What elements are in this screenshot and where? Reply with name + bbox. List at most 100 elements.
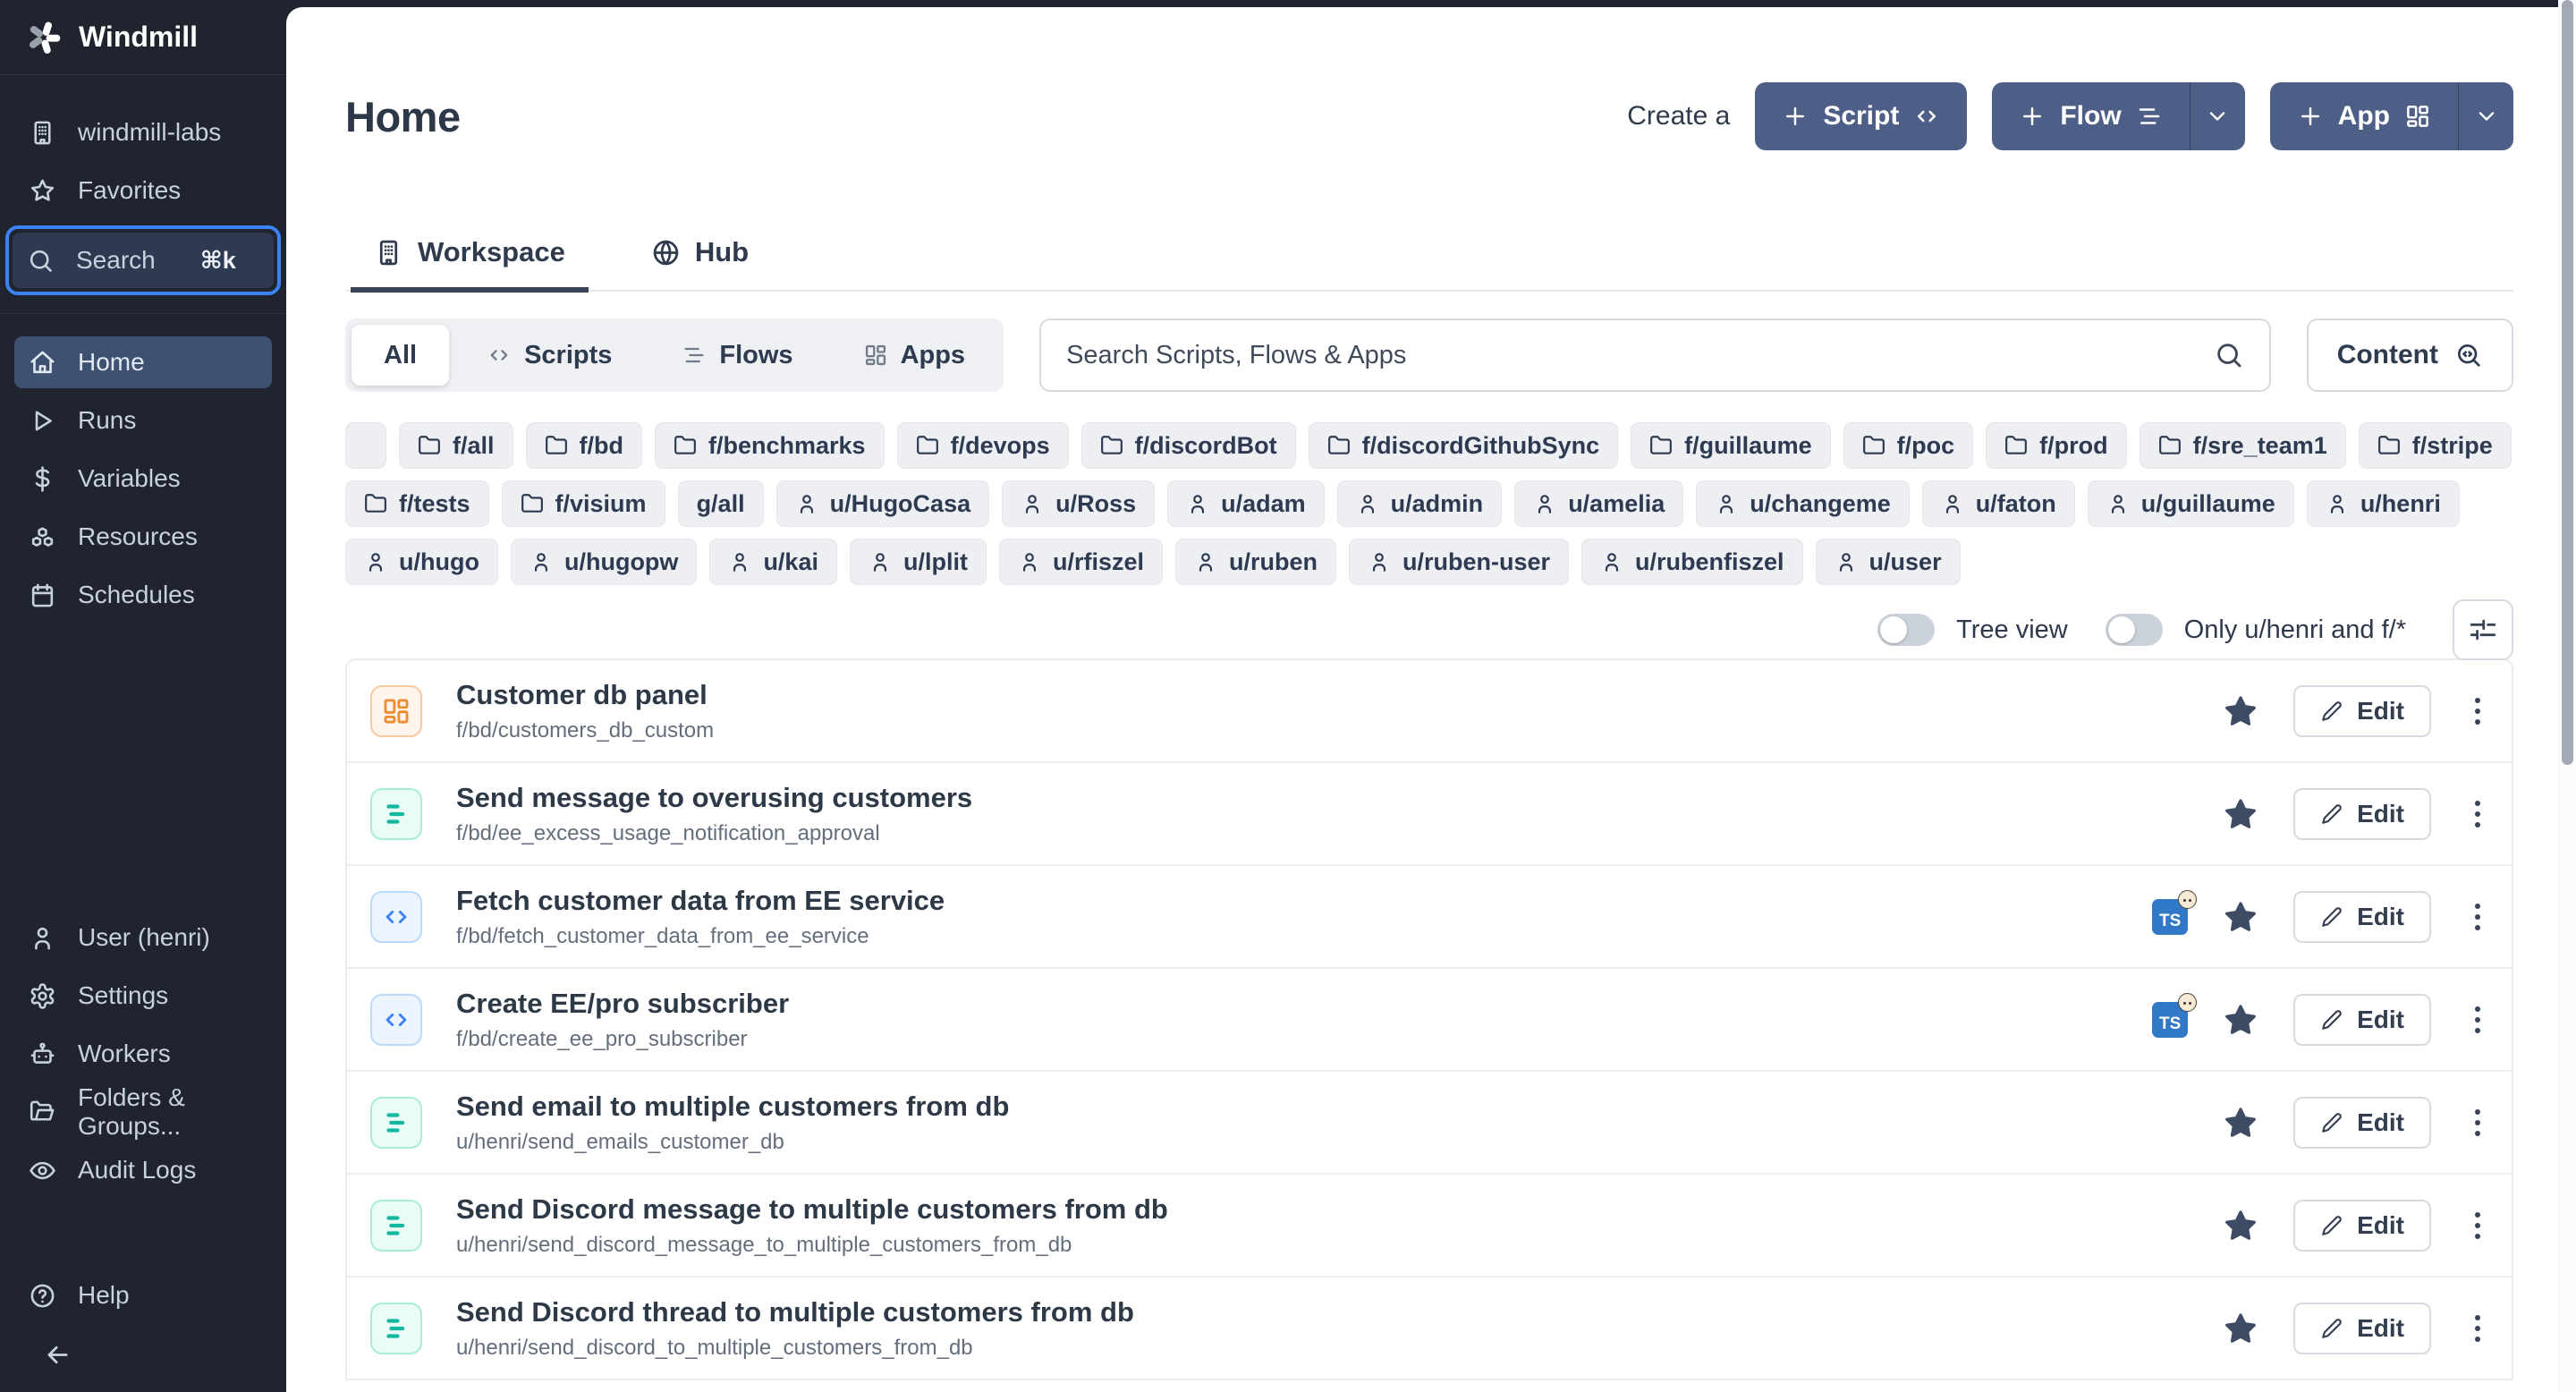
more-menu-button[interactable] bbox=[2467, 1003, 2488, 1037]
scrollbar-track[interactable] bbox=[2558, 0, 2576, 1392]
favorite-star-button[interactable] bbox=[2224, 1003, 2258, 1037]
display-settings-button[interactable] bbox=[2453, 599, 2513, 660]
item-row[interactable]: Create EE/pro subscriber f/bd/create_ee_… bbox=[347, 969, 2512, 1072]
filter-chip[interactable]: f/sre_team1 bbox=[2140, 422, 2346, 469]
kind-scripts-label: Scripts bbox=[524, 341, 612, 370]
tree-view-toggle[interactable] bbox=[1877, 614, 1935, 646]
filter-chip[interactable]: u/ruben-user bbox=[1349, 539, 1569, 585]
tab-workspace[interactable]: Workspace bbox=[374, 236, 565, 290]
filter-chip[interactable]: g/all bbox=[678, 480, 764, 527]
user-icon bbox=[530, 550, 553, 573]
edit-button[interactable]: Edit bbox=[2293, 1200, 2431, 1252]
filter-chip[interactable]: u/rfiszel bbox=[999, 539, 1163, 585]
filter-chip[interactable]: u/user bbox=[1816, 539, 1961, 585]
create-script-button[interactable]: Script bbox=[1755, 82, 1967, 150]
edit-button[interactable]: Edit bbox=[2293, 1303, 2431, 1354]
filter-chip[interactable]: f/prod bbox=[1986, 422, 2126, 469]
item-row[interactable]: Send Discord thread to multiple customer… bbox=[347, 1277, 2512, 1380]
sidebar-item-runs[interactable]: Runs bbox=[14, 395, 272, 446]
more-menu-button[interactable] bbox=[2467, 1209, 2488, 1243]
filter-chip[interactable]: u/changeme bbox=[1696, 480, 1910, 527]
kind-filter-all[interactable]: All bbox=[352, 325, 449, 386]
search-input[interactable] bbox=[1066, 341, 2214, 370]
gear-icon bbox=[29, 982, 56, 1010]
more-menu-button[interactable] bbox=[2467, 900, 2488, 934]
more-menu-button[interactable] bbox=[2467, 1311, 2488, 1345]
favorite-star-button[interactable] bbox=[2224, 797, 2258, 831]
sidebar-item-workers[interactable]: Workers bbox=[14, 1028, 272, 1080]
favorite-star-button[interactable] bbox=[2224, 694, 2258, 728]
favorite-star-button[interactable] bbox=[2224, 1209, 2258, 1243]
item-row[interactable]: Customer db panel f/bd/customers_db_cust… bbox=[347, 660, 2512, 763]
scrollbar-thumb[interactable] bbox=[2562, 0, 2573, 765]
filter-chip[interactable]: u/Ross bbox=[1002, 480, 1155, 527]
filter-chip[interactable]: f/guillaume bbox=[1631, 422, 1831, 469]
sidebar-item-schedules[interactable]: Schedules bbox=[14, 569, 272, 621]
sidebar-item-help[interactable]: Help bbox=[14, 1269, 272, 1321]
filter-chip[interactable]: u/henri bbox=[2307, 480, 2460, 527]
item-title: Send message to overusing customers bbox=[456, 782, 2224, 814]
filter-chip[interactable]: u/hugopw bbox=[511, 539, 697, 585]
filter-chip[interactable]: u/guillaume bbox=[2088, 480, 2294, 527]
create-app-button[interactable]: App bbox=[2270, 82, 2458, 150]
sidebar-item-home[interactable]: Home bbox=[14, 336, 272, 388]
create-flow-dropdown-button[interactable] bbox=[2190, 82, 2245, 150]
edit-button[interactable]: Edit bbox=[2293, 685, 2431, 737]
sidebar-item-variables[interactable]: Variables bbox=[14, 453, 272, 505]
filter-chip[interactable]: f/benchmarks bbox=[655, 422, 885, 469]
edit-button[interactable]: Edit bbox=[2293, 994, 2431, 1046]
filter-chip[interactable]: f/devops bbox=[897, 422, 1069, 469]
favorite-star-button[interactable] bbox=[2224, 900, 2258, 934]
more-menu-button[interactable] bbox=[2467, 1106, 2488, 1140]
filter-chip[interactable]: f/poc bbox=[1843, 422, 1974, 469]
filter-chip[interactable]: f/stripe bbox=[2359, 422, 2512, 469]
edit-button[interactable]: Edit bbox=[2293, 891, 2431, 943]
filter-chip[interactable]: f/visium bbox=[502, 480, 665, 527]
filter-chip[interactable]: f/tests bbox=[345, 480, 489, 527]
kind-filter-flows[interactable]: Flows bbox=[649, 325, 825, 386]
favorite-star-button[interactable] bbox=[2224, 1311, 2258, 1345]
edit-button[interactable]: Edit bbox=[2293, 788, 2431, 840]
kind-filter-apps[interactable]: Apps bbox=[831, 325, 998, 386]
sidebar-item-settings[interactable]: Settings bbox=[14, 970, 272, 1022]
item-row[interactable]: Send Discord message to multiple custome… bbox=[347, 1175, 2512, 1277]
create-app-dropdown-button[interactable] bbox=[2458, 82, 2513, 150]
only-mine-toggle[interactable] bbox=[2106, 614, 2163, 646]
filter-chip[interactable]: u/ruben bbox=[1175, 539, 1336, 585]
content-search-button[interactable]: Content bbox=[2307, 318, 2513, 392]
filter-chip[interactable]: u/HugoCasa bbox=[776, 480, 990, 527]
filter-chip[interactable]: f/bd bbox=[526, 422, 642, 469]
filter-chip[interactable]: u/kai bbox=[709, 539, 837, 585]
collapse-sidebar-button[interactable] bbox=[14, 1328, 272, 1381]
create-flow-button[interactable]: Flow bbox=[1992, 82, 2189, 150]
edit-button[interactable]: Edit bbox=[2293, 1097, 2431, 1149]
filter-chip[interactable]: f/discordGithubSync bbox=[1309, 422, 1619, 469]
filter-chip[interactable]: u/rubenfiszel bbox=[1581, 539, 1803, 585]
filter-chip[interactable]: f/all bbox=[399, 422, 513, 469]
kind-filter-scripts[interactable]: Scripts bbox=[454, 325, 644, 386]
item-row[interactable]: Send email to multiple customers from db… bbox=[347, 1072, 2512, 1175]
filter-chip[interactable]: u/admin bbox=[1337, 480, 1503, 527]
sidebar-item-audit-logs[interactable]: Audit Logs bbox=[14, 1144, 272, 1196]
sidebar-item-user[interactable]: User (henri) bbox=[14, 912, 272, 963]
filter-chip[interactable]: u/lplit bbox=[850, 539, 987, 585]
more-menu-button[interactable] bbox=[2467, 797, 2488, 831]
filter-chip[interactable]: u/hugo bbox=[345, 539, 498, 585]
sidebar-item-workspace[interactable]: windmill-labs bbox=[14, 106, 272, 158]
item-row[interactable]: Fetch customer data from EE service f/bd… bbox=[347, 866, 2512, 969]
sidebar-item-favorites[interactable]: Favorites bbox=[14, 165, 272, 216]
favorite-star-button[interactable] bbox=[2224, 1106, 2258, 1140]
kind-apps-label: Apps bbox=[901, 341, 966, 370]
chip-label: u/Ross bbox=[1055, 490, 1136, 518]
sidebar-item-folders-groups[interactable]: Folders & Groups... bbox=[14, 1086, 272, 1138]
sidebar-item-search[interactable]: Search ⌘k bbox=[13, 233, 274, 288]
tab-hub[interactable]: Hub bbox=[651, 236, 749, 290]
filter-chip[interactable] bbox=[345, 422, 386, 469]
filter-chip[interactable]: f/discordBot bbox=[1081, 422, 1296, 469]
filter-chip[interactable]: u/adam bbox=[1167, 480, 1325, 527]
item-row[interactable]: Send message to overusing customers f/bd… bbox=[347, 763, 2512, 866]
filter-chip[interactable]: u/faton bbox=[1922, 480, 2075, 527]
filter-chip[interactable]: u/amelia bbox=[1514, 480, 1683, 527]
more-menu-button[interactable] bbox=[2467, 694, 2488, 728]
sidebar-item-resources[interactable]: Resources bbox=[14, 511, 272, 563]
